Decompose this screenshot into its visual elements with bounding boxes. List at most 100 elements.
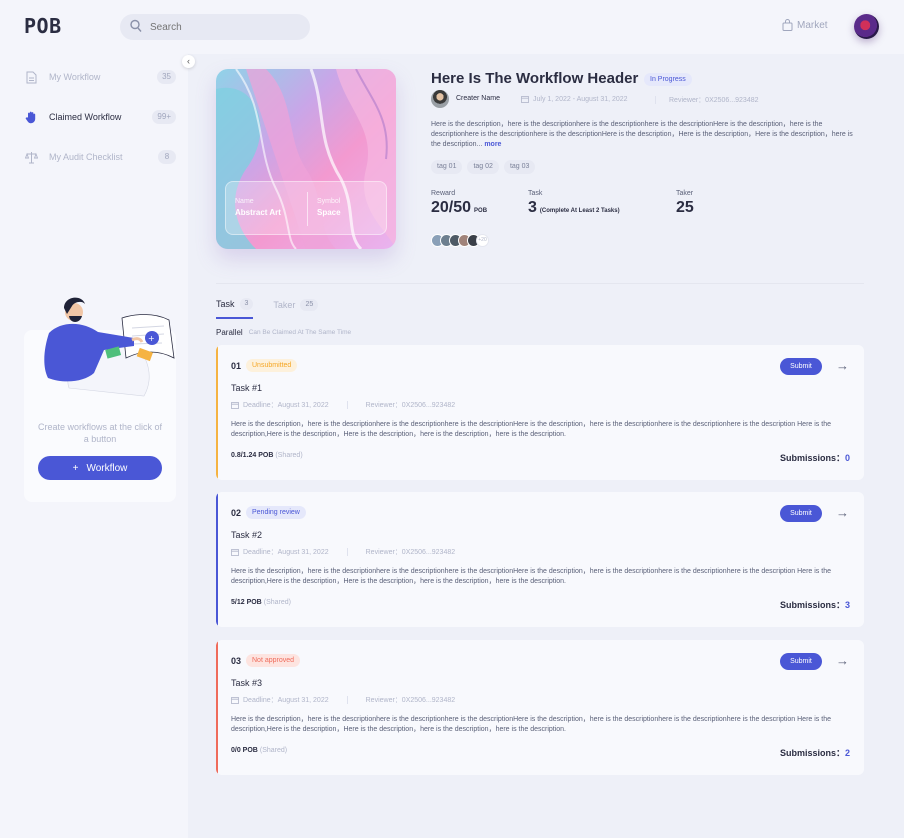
cover-symbol-label: Symbol	[317, 198, 341, 205]
taker-value: 25	[676, 199, 694, 216]
sidebar-item-my-workflow[interactable]: My Workflow 35	[24, 69, 176, 85]
cover-symbol-value: Space	[317, 208, 341, 217]
plus-icon: +	[72, 462, 79, 474]
creator-avatar[interactable]	[431, 90, 449, 108]
main-content: Name Abstract Art Symbol Space Here Is T…	[188, 54, 904, 838]
task-number: 01	[231, 361, 242, 371]
task-reviewer: Reviewer：0X2506...923482	[365, 402, 456, 409]
arrow-right-icon[interactable]: →	[836, 654, 849, 668]
task-note: (Complete At Least 2 Tasks)	[539, 208, 620, 214]
task-description: Here is the description，here is the desc…	[231, 421, 831, 438]
divider	[346, 401, 348, 409]
more-takers-badge: +20	[476, 234, 489, 247]
workflow-cover-image: Name Abstract Art Symbol Space	[216, 69, 396, 249]
cover-name-value: Abstract Art	[235, 208, 281, 217]
task-pob: 0/0 POB	[231, 747, 258, 754]
sidebar-item-my-audit-checklist[interactable]: My Audit Checklist 8	[24, 149, 176, 165]
task-stat: Task 3 (Complete At Least 2 Tasks)	[528, 190, 620, 217]
task-meta: Deadline：August 31, 2022 Reviewer：0X2506…	[231, 547, 455, 557]
cover-symbol: Symbol Space	[317, 198, 341, 217]
task-number: 02	[231, 508, 242, 518]
submit-button[interactable]: Submit	[780, 505, 822, 522]
tab-task[interactable]: Task 3	[216, 298, 254, 319]
calendar-icon	[231, 402, 239, 409]
parallel-hint: Can Be Claimed At The Same Time	[248, 329, 352, 336]
status-accent-bar	[216, 640, 218, 775]
creator-name[interactable]: Creater Name	[456, 95, 500, 102]
market-link[interactable]: Market	[782, 19, 828, 31]
arrow-right-icon[interactable]: →	[836, 506, 849, 520]
calendar-icon	[231, 549, 239, 556]
arrow-right-icon[interactable]: →	[836, 359, 849, 373]
count-badge: 35	[157, 70, 176, 84]
task-deadline: Deadline：August 31, 2022	[243, 697, 329, 704]
document-icon	[24, 70, 38, 84]
divider	[346, 548, 348, 556]
task-card-2[interactable]: 02 Pending review Submit → Task #2 Deadl…	[216, 492, 864, 627]
parallel-label: Parallel	[216, 328, 243, 337]
tab-count: 3	[239, 298, 254, 310]
tag[interactable]: tag 02	[467, 160, 499, 174]
shared-label: (Shared)	[275, 452, 303, 459]
cover-info-panel: Name Abstract Art Symbol Space	[225, 181, 387, 235]
taker-avatars[interactable]: +20	[431, 234, 489, 247]
more-link[interactable]: more	[484, 141, 501, 148]
user-avatar[interactable]	[854, 14, 879, 39]
bag-icon	[782, 19, 793, 31]
top-bar: POB Market	[0, 0, 904, 54]
tab-taker[interactable]: Taker 25	[273, 298, 319, 319]
shared-label: (Shared)	[259, 747, 288, 754]
task-name: Task #3	[231, 678, 263, 688]
submissions-count: 3	[844, 600, 850, 610]
search-icon	[130, 19, 142, 32]
task-submissions: Submissions：0	[780, 451, 850, 464]
submit-button[interactable]: Submit	[780, 358, 822, 375]
sidebar-item-label: Claimed Workflow	[49, 112, 122, 122]
parallel-note: Parallel Can Be Claimed At The Same Time	[216, 328, 351, 337]
reward-stat: Reward 20/50 POB	[431, 190, 487, 217]
tag[interactable]: tag 01	[431, 160, 463, 174]
task-submissions: Submissions：2	[780, 746, 850, 759]
sidebar-item-claimed-workflow[interactable]: Claimed Workflow 99+	[24, 109, 176, 125]
task-description: Here is the description，here is the desc…	[231, 716, 831, 733]
workflow-description: Here is the description，here is the desc…	[431, 120, 863, 150]
workflow-reviewer: Reviewer：0X2506...923482	[669, 97, 759, 104]
reward-label: Reward	[431, 190, 456, 197]
task-submissions: Submissions：3	[780, 598, 850, 611]
task-status-badge: Not approved	[246, 654, 301, 667]
task-meta: Deadline：August 31, 2022 Reviewer：0X2506…	[231, 400, 455, 410]
task-deadline: Deadline：August 31, 2022	[243, 549, 329, 556]
market-label: Market	[797, 19, 828, 31]
person-illustration: +	[44, 297, 175, 397]
task-card-3[interactable]: 03 Not approved Submit → Task #3 Deadlin…	[216, 640, 864, 775]
task-description: Here is the description，here is the desc…	[231, 568, 831, 585]
submit-button[interactable]: Submit	[780, 653, 822, 670]
tab-label: Taker	[273, 300, 296, 310]
search-input[interactable]	[150, 18, 300, 36]
task-reward: 0.8/1.24 POB (Shared)	[231, 452, 303, 459]
submissions-label: Submissions：	[779, 600, 845, 610]
hand-icon	[24, 110, 38, 124]
submissions-label: Submissions：	[779, 453, 845, 463]
divider	[346, 696, 348, 704]
create-workflow-button[interactable]: + Workflow	[38, 456, 162, 480]
task-deadline: Deadline：August 31, 2022	[243, 402, 329, 409]
logo[interactable]: POB	[24, 14, 62, 38]
shared-label: (Shared)	[263, 599, 291, 606]
search-box[interactable]	[120, 14, 310, 40]
divider	[655, 96, 656, 104]
task-meta: Deadline：August 31, 2022 Reviewer：0X2506…	[231, 695, 455, 705]
collapse-sidebar-button[interactable]: ‹	[182, 55, 195, 68]
task-reward: 0/0 POB (Shared)	[231, 747, 287, 754]
task-reviewer: Reviewer：0X2506...923482	[365, 549, 456, 556]
scale-icon	[24, 150, 38, 164]
tag[interactable]: tag 03	[503, 160, 536, 174]
workflow-status-badge: In Progress	[644, 73, 692, 86]
svg-text:+: +	[148, 334, 155, 343]
reward-unit: POB	[474, 208, 488, 214]
task-card-1[interactable]: 01 Unsubmitted Submit → Task #1 Deadline…	[216, 345, 864, 480]
create-workflow-button-label: Workflow	[86, 462, 128, 474]
task-number: 03	[231, 656, 242, 666]
task-pob: 5/12 POB	[231, 599, 262, 606]
workflow-title: Here Is The Workflow Header	[431, 70, 639, 87]
